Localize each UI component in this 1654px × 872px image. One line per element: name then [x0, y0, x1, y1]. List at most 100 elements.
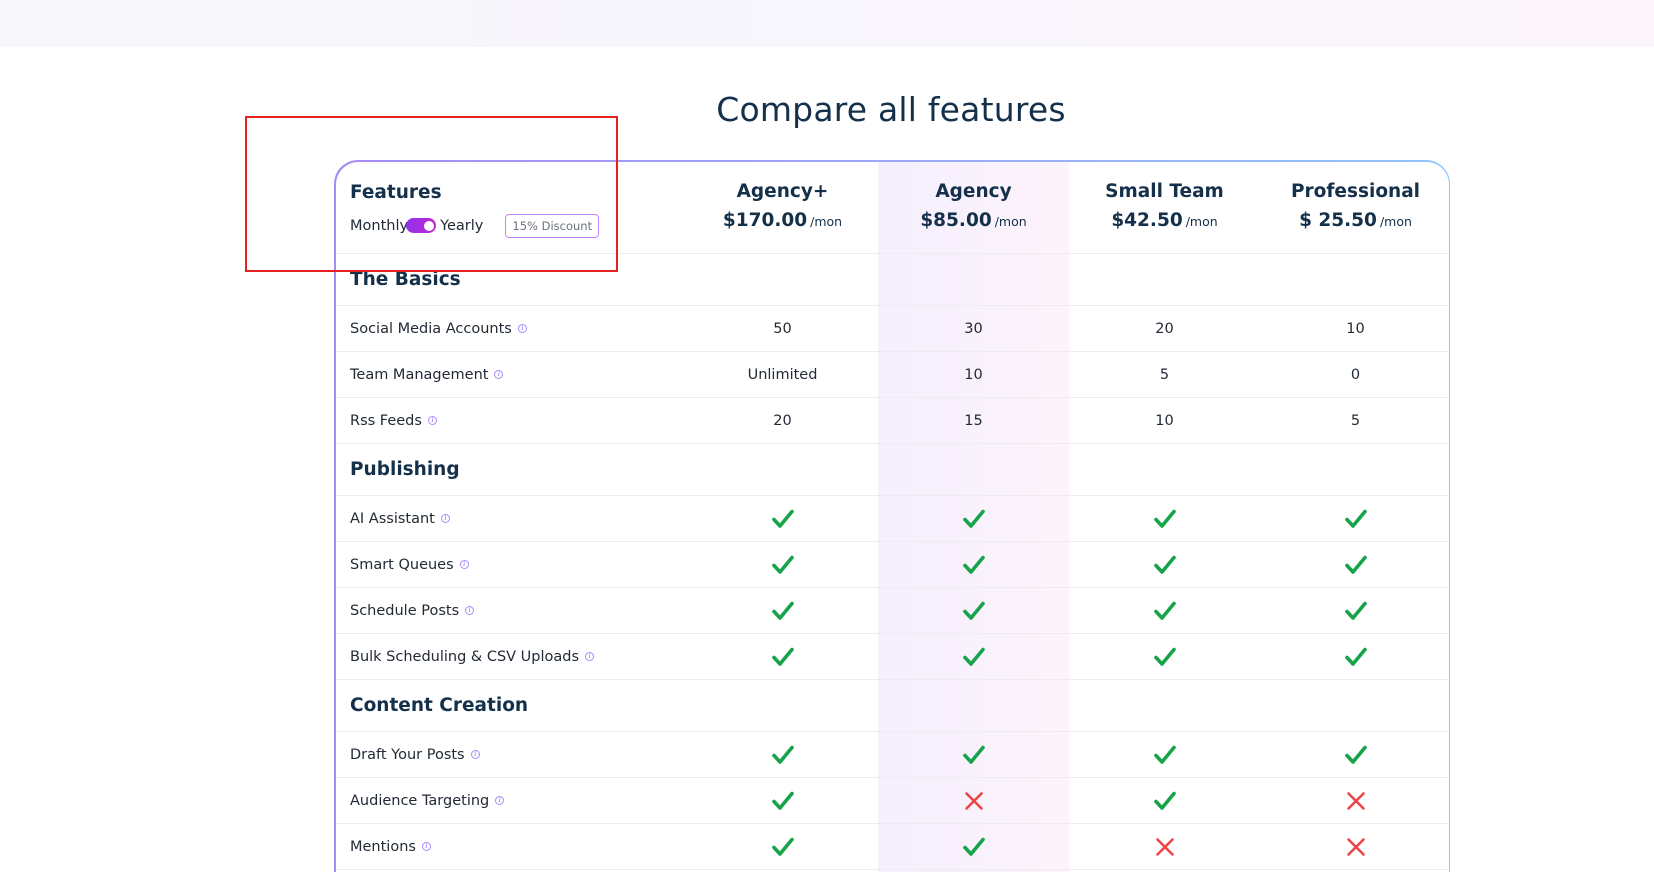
check-icon	[687, 824, 878, 869]
check-icon	[687, 634, 878, 679]
info-icon[interactable]: i	[495, 796, 505, 805]
billing-period-toggle[interactable]	[406, 218, 437, 233]
feature-label-cell: Rss Feeds i	[350, 398, 437, 443]
table-row: Schedule Posts i	[335, 588, 1449, 634]
info-icon[interactable]: i	[517, 324, 527, 333]
check-icon	[878, 634, 1069, 679]
plan-name: Agency+	[736, 180, 829, 202]
section-row: Publishing	[335, 444, 1449, 496]
check-icon	[1069, 542, 1260, 587]
plan-price-amount: $42.50	[1111, 209, 1183, 231]
cross-icon	[1069, 824, 1260, 869]
plan-price: $85.00/mon	[920, 210, 1026, 231]
table-row: Draft Your Posts i	[335, 732, 1449, 778]
check-icon	[1069, 496, 1260, 541]
info-icon[interactable]: i	[459, 560, 469, 569]
feature-value: 30	[964, 320, 983, 337]
feature-label: Schedule Posts	[350, 602, 460, 619]
plan-name: Small Team	[1105, 180, 1224, 202]
plan-price-amount: $ 25.50	[1299, 209, 1377, 231]
feature-value: 5	[1350, 412, 1361, 429]
comparison-table-body: Features Monthly Yearly 15% Discount Age…	[335, 161, 1449, 872]
table-row: Bulk Scheduling & CSV Uploads i	[335, 634, 1449, 680]
check-icon	[878, 542, 1069, 587]
plan-price-period: /mon	[810, 213, 843, 229]
feature-label: Audience Targeting	[350, 792, 490, 809]
feature-value: Unlimited	[747, 366, 818, 383]
feature-value: 10	[964, 366, 983, 383]
feature-label-cell: Social Media Accounts i	[350, 306, 527, 351]
check-icon	[687, 778, 878, 823]
check-icon	[687, 496, 878, 541]
check-icon	[1260, 732, 1449, 777]
feature-label-cell: Smart Queues i	[350, 542, 469, 587]
plan-price-period: /mon	[1185, 213, 1218, 229]
check-icon	[687, 542, 878, 587]
feature-value: 10	[1155, 412, 1174, 429]
feature-label-cell: Mentions i	[350, 824, 431, 869]
check-icon	[878, 496, 1069, 541]
check-icon	[1260, 496, 1449, 541]
info-icon[interactable]: i	[470, 750, 480, 759]
feature-label-cell: Schedule Posts i	[350, 588, 475, 633]
feature-label: Team Management	[350, 366, 489, 383]
table-row: Mentions i	[335, 824, 1449, 870]
check-icon	[1260, 542, 1449, 587]
feature-label-cell: Draft Your Posts i	[350, 732, 480, 777]
section-row: Content Creation	[335, 680, 1449, 732]
feature-value: 5	[1159, 366, 1170, 383]
feature-label-cell: Team Management i	[350, 352, 504, 397]
info-icon[interactable]: i	[427, 416, 437, 425]
plan-price: $42.50/mon	[1111, 210, 1217, 231]
plan-price-period: /mon	[1379, 213, 1412, 229]
feature-label: Mentions	[350, 838, 416, 855]
section-title: Publishing	[350, 459, 460, 480]
info-icon[interactable]: i	[421, 842, 431, 851]
info-icon[interactable]: i	[465, 606, 475, 615]
check-icon	[1260, 588, 1449, 633]
plan-header-agency: Agency $85.00/mon	[878, 162, 1069, 254]
info-icon[interactable]: i	[440, 514, 450, 523]
info-icon[interactable]: i	[585, 652, 595, 661]
features-heading: Features	[350, 181, 442, 203]
feature-label-cell: AI Assistant i	[350, 496, 450, 541]
feature-value: 10	[1346, 320, 1365, 337]
plan-header-agency-plus: Agency+ $170.00/mon	[687, 162, 878, 254]
check-icon	[1069, 634, 1260, 679]
plan-price-amount: $85.00	[920, 209, 992, 231]
table-row: Rss Feeds i 20 15 10 5	[335, 398, 1449, 444]
plan-price: $ 25.50/mon	[1299, 210, 1412, 231]
billing-toggle-group: Monthly Yearly 15% Discount	[350, 213, 600, 238]
plan-name: Professional	[1290, 180, 1421, 202]
section-title: The Basics	[350, 269, 461, 290]
feature-value: 20	[1155, 320, 1174, 337]
feature-value: 50	[773, 320, 792, 337]
table-row: Smart Queues i	[335, 542, 1449, 588]
check-icon	[1260, 634, 1449, 679]
feature-label: AI Assistant	[350, 510, 435, 527]
table-row: Team Management i Unlimited 10 5 0	[335, 352, 1449, 398]
section-row: The Basics	[335, 254, 1449, 306]
table-row: Social Media Accounts i 50 30 20 10	[335, 306, 1449, 352]
table-row: AI Assistant i	[335, 496, 1449, 542]
monthly-label[interactable]: Monthly	[350, 218, 408, 234]
cross-icon	[1260, 778, 1449, 823]
section-title: Content Creation	[350, 695, 529, 716]
table-header-row: Features Monthly Yearly 15% Discount Age…	[335, 162, 1449, 254]
check-icon	[878, 588, 1069, 633]
feature-label: Draft Your Posts	[350, 746, 465, 763]
cross-icon	[878, 778, 1069, 823]
plan-header-small-team: Small Team $42.50/mon	[1069, 162, 1260, 254]
plan-header-professional: Professional $ 25.50/mon	[1260, 162, 1449, 254]
plan-price-period: /mon	[994, 213, 1027, 229]
feature-label-cell: Bulk Scheduling & CSV Uploads i	[350, 634, 595, 679]
feature-label: Smart Queues	[350, 556, 454, 573]
feature-label: Social Media Accounts	[350, 320, 512, 337]
check-icon	[1069, 588, 1260, 633]
info-icon[interactable]: i	[494, 370, 504, 379]
discount-badge: 15% Discount	[505, 213, 600, 238]
check-icon	[878, 824, 1069, 869]
yearly-label[interactable]: Yearly	[440, 218, 483, 234]
feature-value: 20	[773, 412, 792, 429]
top-banner	[0, 0, 1654, 47]
